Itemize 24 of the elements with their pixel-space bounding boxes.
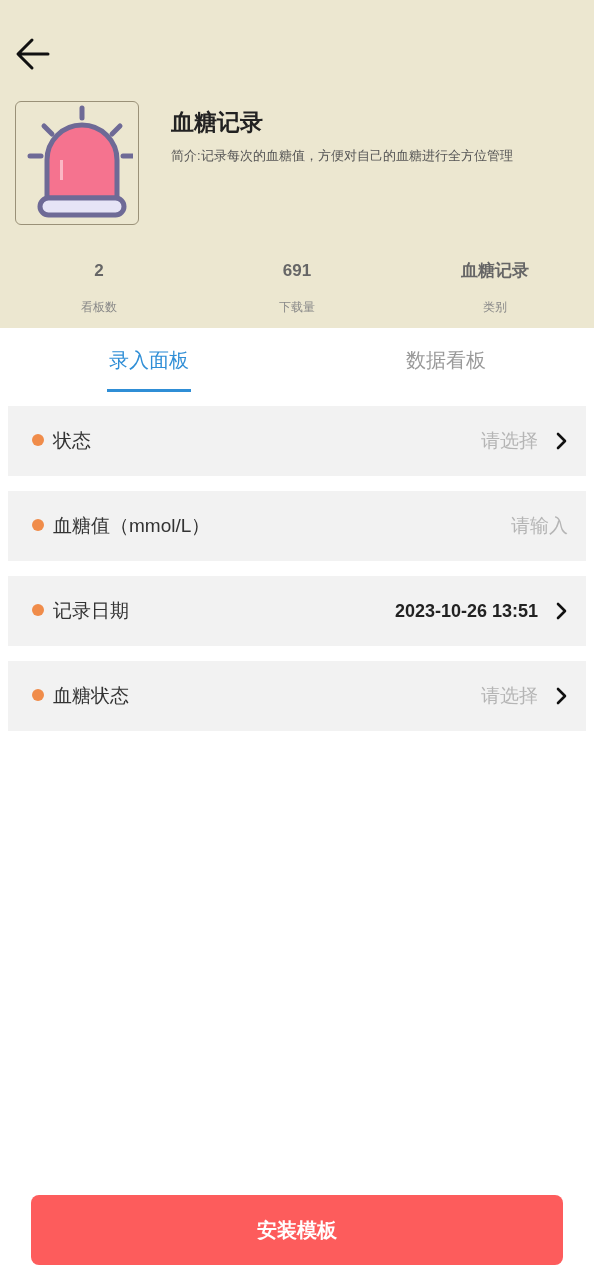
template-title: 血糖记录 [171, 108, 264, 137]
field-label: 状态 [53, 428, 91, 453]
stat-label: 类别 [483, 298, 507, 316]
back-arrow-icon [15, 36, 51, 72]
chevron-right-icon [556, 602, 568, 620]
field-label: 血糖状态 [53, 683, 129, 708]
field-placeholder: 请选择 [481, 428, 538, 453]
form-row[interactable]: 血糖值（mmol/L） 请输入 [8, 491, 586, 561]
template-description: 简介:记录每次的血糖值，方便对自己的血糖进行全方位管理 [171, 146, 513, 165]
stat-label: 下载量 [279, 298, 315, 316]
field-value: 2023-10-26 13:51 [394, 599, 538, 623]
field-label: 血糖值（mmol/L） [53, 513, 211, 538]
chevron-right-icon [556, 432, 568, 450]
stat-value: 2 [94, 260, 104, 282]
field-placeholder: 请选择 [481, 683, 538, 708]
form-row[interactable]: 状态 请选择 [8, 406, 586, 476]
stat-value: 691 [282, 260, 312, 282]
form-row[interactable]: 记录日期 2023-10-26 13:51 [8, 576, 586, 646]
tab[interactable]: 录入面板 [106, 328, 191, 392]
stat-label: 看板数 [81, 298, 117, 316]
stat-value: 血糖记录 [461, 260, 529, 282]
form-row[interactable]: 血糖状态 请选择 [8, 661, 586, 731]
field-label: 记录日期 [53, 598, 129, 623]
chevron-right-icon [556, 687, 568, 705]
